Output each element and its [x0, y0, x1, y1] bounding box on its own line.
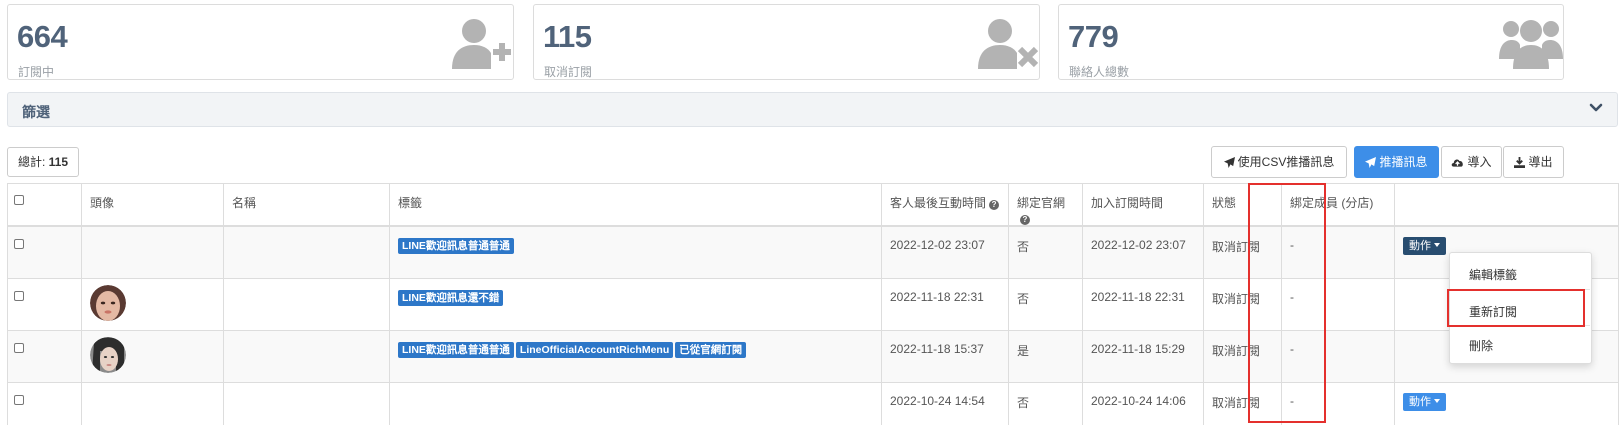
total-value: 115 [48, 155, 69, 169]
joined-cell: 2022-10-24 14:06 [1082, 381, 1204, 425]
question-circle-icon[interactable]: ? [989, 200, 1000, 210]
stat-label: 訂閱中 [18, 65, 55, 79]
avatar [90, 336, 126, 373]
row-checkbox[interactable] [14, 239, 24, 249]
download-icon [1514, 157, 1526, 168]
status-column-highlight [1248, 183, 1326, 423]
stat-value: 115 [543, 19, 592, 54]
avatar [90, 284, 126, 321]
broadcast-label: 推播訊息 [1379, 155, 1428, 169]
tag-badge: 已從官網訂閱 [675, 341, 747, 358]
import-button[interactable]: 導入 [1441, 146, 1502, 178]
header-avatar: 頭像 [81, 183, 224, 227]
last-interaction-cell: 2022-11-18 22:31 [881, 277, 1009, 331]
header-joined: 加入訂閱時間 [1082, 183, 1204, 227]
tag-badge: LINE歡迎訊息普通普通 [398, 341, 514, 358]
last-interaction-cell: 2022-10-24 14:54 [881, 381, 1009, 425]
avatar-cell [81, 225, 224, 279]
resubscribe-highlight [1447, 289, 1585, 327]
action-label: 動作 [1409, 395, 1431, 408]
header-tags: 標籤 [389, 183, 882, 227]
avatar-cell [81, 329, 224, 383]
select-all-checkbox[interactable] [14, 195, 24, 205]
table-header-row: 頭像 名稱 標籤 客人最後互動時間? 綁定官網? 加入訂閱時間 狀態 綁定成員 … [7, 183, 1619, 227]
joined-cell: 2022-11-18 15:29 [1082, 329, 1204, 383]
user-times-icon [978, 19, 1038, 69]
last-interaction-cell: 2022-12-02 23:07 [881, 225, 1009, 279]
tag-badge: LINE歡迎訊息普通普通 [398, 238, 514, 254]
row-select [7, 277, 82, 331]
csv-broadcast-button[interactable]: 使用CSV推播訊息 [1211, 146, 1347, 178]
action-label: 動作 [1409, 240, 1431, 252]
action-dropdown-button[interactable]: 動作 [1403, 392, 1446, 411]
menu-item-edit-tags[interactable]: 編輯標籤 [1469, 266, 1517, 283]
tags-cell [389, 381, 882, 425]
contacts-table: 頭像 名稱 標籤 客人最後互動時間? 綁定官網? 加入訂閱時間 狀態 綁定成員 … [7, 183, 1619, 425]
header-bound-label: 綁定官網 [1017, 196, 1066, 210]
cloud-upload-icon [1452, 159, 1464, 167]
paper-plane-icon [1223, 157, 1235, 168]
bound-cell: 否 [1008, 277, 1083, 331]
row-select [7, 329, 82, 383]
tags-cell: LINE歡迎訊息普通普通 [389, 225, 882, 279]
tags-cell: LINE歡迎訊息普通普通 LineOfficialAccountRichMenu 已… [389, 329, 882, 383]
name-cell [223, 381, 390, 425]
stat-label: 聯絡人總數 [1069, 65, 1130, 79]
filter-panel-toggle[interactable]: 篩選 [7, 92, 1618, 127]
total-label: 總計: [18, 155, 49, 169]
paper-plane-icon [1365, 157, 1377, 168]
question-circle-icon[interactable]: ? [1020, 215, 1030, 225]
table-row: LINE歡迎訊息還不錯 2022-11-18 22:31 否 2022-11-1… [7, 277, 1619, 331]
tag-badge: LINE歡迎訊息還不錯 [398, 289, 504, 306]
stat-value: 664 [17, 19, 68, 54]
total-count-badge: 總計: 115 [7, 147, 80, 177]
row-checkbox[interactable] [14, 342, 24, 353]
avatar-cell [81, 277, 224, 331]
select-all-header [7, 183, 82, 227]
header-name: 名稱 [223, 183, 390, 227]
stat-card-total: 779 聯絡人總數 [1058, 4, 1564, 80]
stat-label: 取消訂閱 [544, 65, 593, 79]
joined-cell: 2022-11-18 22:31 [1082, 277, 1204, 331]
caret-down-icon [1434, 243, 1440, 247]
name-cell [223, 225, 390, 279]
row-select [7, 225, 82, 279]
bound-cell: 是 [1008, 329, 1083, 383]
chevron-down-icon[interactable] [1589, 101, 1603, 115]
header-actions [1394, 183, 1619, 227]
export-label: 導出 [1528, 155, 1553, 169]
export-button[interactable]: 導出 [1503, 146, 1564, 178]
users-icon [1499, 20, 1563, 69]
table-row: 2022-10-24 14:54 否 2022-10-24 14:06 取消訂閱… [7, 381, 1619, 425]
header-last-interaction: 客人最後互動時間? [881, 183, 1009, 227]
name-cell [223, 329, 390, 383]
csv-broadcast-label: 使用CSV推播訊息 [1237, 155, 1335, 169]
filter-label: 篩選 [22, 104, 50, 120]
row-checkbox[interactable] [14, 290, 24, 301]
joined-cell: 2022-12-02 23:07 [1082, 225, 1204, 279]
table-row: LINE歡迎訊息普通普通 2022-12-02 23:07 否 2022-12-… [7, 225, 1619, 279]
row-select [7, 381, 82, 425]
broadcast-button[interactable]: 推播訊息 [1354, 146, 1439, 178]
user-plus-icon [452, 19, 511, 69]
actions-cell: 動作 [1394, 381, 1619, 425]
table-row: LINE歡迎訊息普通普通 LineOfficialAccountRichMenu 已… [7, 329, 1619, 383]
header-bound: 綁定官網? [1008, 183, 1083, 227]
stat-card-subscribed: 664 訂閱中 [7, 4, 514, 80]
import-label: 導入 [1467, 155, 1492, 169]
stat-value: 779 [1068, 19, 1119, 54]
caret-down-icon [1434, 398, 1440, 403]
row-checkbox[interactable] [14, 394, 24, 405]
stat-card-unsubscribed: 115 取消訂閱 [533, 4, 1040, 80]
header-last-interaction-label: 客人最後互動時間 [890, 196, 987, 210]
avatar-cell [81, 381, 224, 425]
action-dropdown-button[interactable]: 動作 [1403, 237, 1446, 255]
bound-cell: 否 [1008, 381, 1083, 425]
menu-item-delete[interactable]: 刪除 [1469, 337, 1493, 354]
bound-cell: 否 [1008, 225, 1083, 279]
tags-cell: LINE歡迎訊息還不錯 [389, 277, 882, 331]
tag-badge: LineOfficialAccountRichMenu [515, 341, 674, 358]
name-cell [223, 277, 390, 331]
last-interaction-cell: 2022-11-18 15:37 [881, 329, 1009, 383]
